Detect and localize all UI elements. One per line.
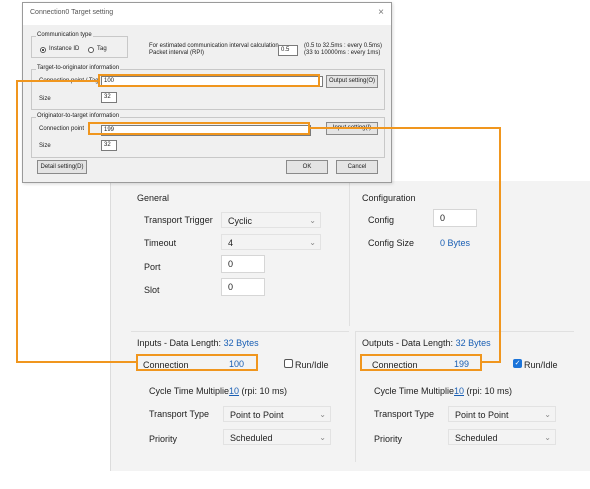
transport-trigger-select[interactable]: Cyclic ⌄ xyxy=(221,212,321,228)
outputs-title-text: Outputs - Data Length: xyxy=(362,338,456,348)
inputs-run-idle-label: Run/Idle xyxy=(295,360,329,370)
instance-id-radio[interactable] xyxy=(40,47,46,53)
timeout-label: Timeout xyxy=(144,238,177,248)
rpi-range-line2: (33 to 10000ms : every 1ms) xyxy=(304,50,381,56)
transport-trigger-value: Cyclic xyxy=(228,216,252,226)
slot-label: Slot xyxy=(144,285,160,295)
inputs-priority-select[interactable]: Scheduled ⌄ xyxy=(223,429,331,445)
inputs-transport-type-select[interactable]: Point to Point ⌄ xyxy=(223,406,331,422)
instance-id-label: Instance ID xyxy=(49,46,80,52)
chevron-down-icon: ⌄ xyxy=(319,433,326,442)
outputs-transport-type-select[interactable]: Point to Point ⌄ xyxy=(448,406,556,422)
close-icon[interactable]: × xyxy=(378,7,384,18)
config-input[interactable]: 0 xyxy=(433,209,477,227)
highlight-t2o-connection xyxy=(98,74,320,87)
output-setting-button[interactable]: Output setting(O) xyxy=(326,75,378,88)
dialog-title-bar: Connection0 Target setting × xyxy=(23,3,391,25)
inputs-length: 32 Bytes xyxy=(223,338,259,348)
configuration-title: Configuration xyxy=(362,193,416,203)
outputs-cycle-time: 10 (rpi: 10 ms) xyxy=(454,386,512,396)
t2o-label: Target-to-originator information xyxy=(36,65,121,71)
outputs-priority-select[interactable]: Scheduled ⌄ xyxy=(448,429,556,445)
outputs-title: Outputs - Data Length: 32 Bytes xyxy=(362,338,491,348)
port-input[interactable]: 0 xyxy=(221,255,265,273)
inputs-cycle-time-value[interactable]: 10 xyxy=(229,386,239,396)
t2o-size-label: Size xyxy=(39,96,51,102)
inputs-title: Inputs - Data Length: 32 Bytes xyxy=(137,338,259,348)
config-label: Config xyxy=(368,215,395,225)
o2t-connection-label: Connection point xyxy=(39,126,85,132)
chevron-down-icon: ⌄ xyxy=(544,433,551,442)
target-setting-dialog: Connection0 Target setting × Communicati… xyxy=(22,2,392,183)
chevron-down-icon: ⌄ xyxy=(319,410,326,419)
o2t-label: Originator-to-target information xyxy=(36,113,121,119)
inputs-cycle-time: 10 (rpi: 10 ms) xyxy=(229,386,287,396)
connector-line xyxy=(499,127,501,363)
outputs-run-idle-checkbox[interactable]: ✓ xyxy=(513,359,522,368)
inputs-priority-value: Scheduled xyxy=(230,433,273,443)
rpi-range-line1: (0.5 to 32.5ms : every 0.5ms) xyxy=(304,43,383,49)
rpi-label-line2: Packet interval (RPI) xyxy=(149,50,205,56)
outputs-group: Outputs - Data Length: 32 Bytes Connecti… xyxy=(355,331,574,462)
dialog-title: Connection0 Target setting xyxy=(30,9,114,16)
tag-label: Tag xyxy=(97,46,107,52)
tag-radio[interactable] xyxy=(88,47,94,53)
rpi-input[interactable]: 0.5 xyxy=(278,45,298,56)
slot-input[interactable]: 0 xyxy=(221,278,265,296)
outputs-cycle-time-rpi: (rpi: 10 ms) xyxy=(464,386,513,396)
config-size-label: Config Size xyxy=(368,238,415,248)
outputs-priority-label: Priority xyxy=(374,434,403,444)
ok-button[interactable]: OK xyxy=(286,160,328,174)
detail-setting-button[interactable]: Detail setting(D) xyxy=(37,160,87,174)
configuration-group: Configuration Config 0 Config Size 0 Byt… xyxy=(356,191,571,321)
chevron-down-icon: ⌄ xyxy=(309,238,316,247)
transport-trigger-label: Transport Trigger xyxy=(144,215,213,225)
t2o-size-input[interactable]: 32 xyxy=(101,92,117,103)
inputs-run-idle-checkbox[interactable] xyxy=(284,359,293,368)
connector-line xyxy=(16,80,18,363)
general-title: General xyxy=(137,193,170,203)
connector-line xyxy=(16,361,137,363)
general-group: General Transport Trigger Cyclic ⌄ Timeo… xyxy=(131,191,341,321)
highlight-o2t-connection xyxy=(88,122,310,135)
outputs-length: 32 Bytes xyxy=(455,338,491,348)
connector-line xyxy=(308,127,501,129)
communication-type-label: Communication type xyxy=(36,32,93,38)
inputs-title-text: Inputs - Data Length: xyxy=(137,338,224,348)
inputs-transport-type-label: Transport Type xyxy=(149,409,210,419)
timeout-select[interactable]: 4 ⌄ xyxy=(221,234,321,250)
o2t-size-label: Size xyxy=(39,143,51,149)
communication-type-group: Communication type xyxy=(31,32,128,58)
o2t-size-input[interactable]: 32 xyxy=(101,140,117,151)
port-label: Port xyxy=(144,262,161,272)
outputs-cycle-time-value[interactable]: 10 xyxy=(454,386,464,396)
inputs-group: Inputs - Data Length: 32 Bytes Connectio… xyxy=(131,331,349,462)
inputs-transport-type-value: Point to Point xyxy=(230,410,284,420)
chevron-down-icon: ⌄ xyxy=(544,410,551,419)
column-divider xyxy=(349,181,350,326)
inputs-priority-label: Priority xyxy=(149,434,178,444)
outputs-transport-type-value: Point to Point xyxy=(455,410,509,420)
config-size-value: 0 Bytes xyxy=(440,238,471,248)
timeout-value: 4 xyxy=(228,238,234,248)
outputs-transport-type-label: Transport Type xyxy=(374,409,435,419)
outputs-run-idle-label: Run/Idle xyxy=(524,360,558,370)
cancel-button[interactable]: Cancel xyxy=(336,160,378,174)
inputs-cycle-time-rpi: (rpi: 10 ms) xyxy=(239,386,288,396)
highlight-outputs-connection xyxy=(360,354,482,371)
rpi-label-line1: For estimated communication interval cal… xyxy=(149,43,279,49)
chevron-down-icon: ⌄ xyxy=(309,216,316,225)
connection-settings-panel: General Transport Trigger Cyclic ⌄ Timeo… xyxy=(110,181,590,471)
inputs-cycle-time-label: Cycle Time Multiplie xyxy=(149,386,230,396)
connector-line xyxy=(481,361,501,363)
connector-line xyxy=(16,80,100,82)
highlight-inputs-connection xyxy=(136,354,258,371)
outputs-priority-value: Scheduled xyxy=(455,433,498,443)
outputs-cycle-time-label: Cycle Time Multiplie xyxy=(374,386,455,396)
